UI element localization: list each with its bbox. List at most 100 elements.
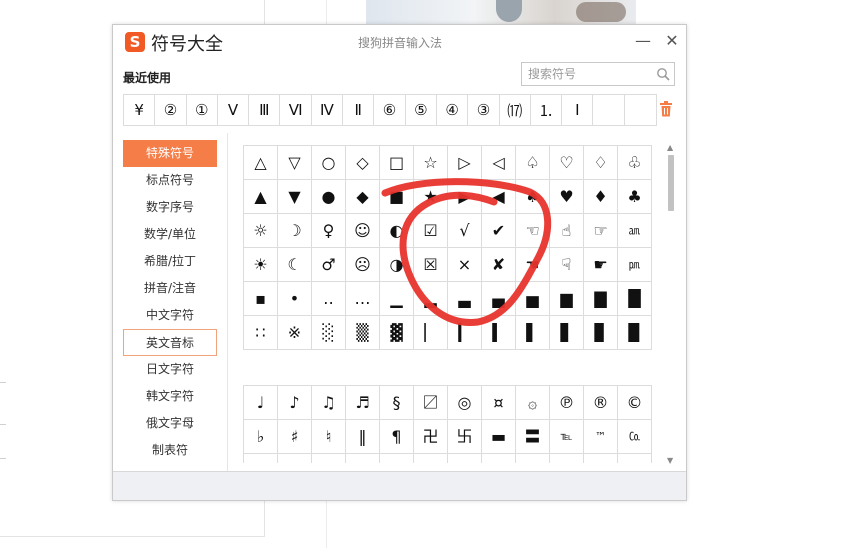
close-button[interactable]: ✕ xyxy=(662,31,682,51)
symbol-cell[interactable]: □ xyxy=(379,145,414,180)
symbol-cell[interactable]: ▶ xyxy=(447,179,482,214)
recent-symbol-cell[interactable]: ② xyxy=(155,95,187,125)
recent-symbol-cell[interactable]: Ⅴ xyxy=(218,95,250,125)
symbol-cell[interactable]: ☹ xyxy=(345,247,380,282)
symbol-cell[interactable] xyxy=(617,453,652,463)
symbol-cell[interactable]: ◆ xyxy=(345,179,380,214)
scroll-down-icon[interactable]: ▼ xyxy=(667,456,673,465)
recent-symbol-cell[interactable] xyxy=(593,95,625,125)
search-input[interactable] xyxy=(522,63,662,85)
symbol-cell[interactable]: ▒ xyxy=(345,315,380,350)
symbol-cell[interactable] xyxy=(583,453,618,463)
sidebar-category-item[interactable]: 英文音标 xyxy=(123,329,217,356)
symbol-cell[interactable]: ○ xyxy=(311,145,346,180)
recent-symbol-cell[interactable]: Ⅳ xyxy=(312,95,344,125)
symbol-cell[interactable]: ▍ xyxy=(481,315,516,350)
scroll-up-icon[interactable]: ▲ xyxy=(667,143,673,152)
symbol-cell[interactable]: ▁ xyxy=(379,281,414,316)
symbol-cell[interactable]: ▽ xyxy=(277,145,312,180)
symbol-cell[interactable]: 〼 xyxy=(413,385,448,420)
symbol-cell[interactable]: ◇ xyxy=(345,145,380,180)
recent-symbol-cell[interactable]: Ⅵ xyxy=(280,95,312,125)
symbol-cell[interactable]: ® xyxy=(583,385,618,420)
symbol-cell[interactable]: ▪ xyxy=(243,281,278,316)
symbol-cell[interactable]: ▎ xyxy=(447,315,482,350)
symbol-cell[interactable]: ♧ xyxy=(617,145,652,180)
symbol-cell[interactable]: ☺ xyxy=(345,213,380,248)
symbol-cell[interactable]: 〓 xyxy=(515,419,550,454)
symbol-cell[interactable]: △ xyxy=(243,145,278,180)
symbol-cell[interactable]: ▲ xyxy=(243,179,278,214)
symbol-cell[interactable]: • xyxy=(277,281,312,316)
symbol-cell[interactable]: ™ xyxy=(583,419,618,454)
symbol-cell[interactable]: ▃ xyxy=(447,281,482,316)
symbol-cell[interactable]: ☟ xyxy=(549,247,584,282)
symbol-cell[interactable]: ▂ xyxy=(413,281,448,316)
symbol-cell[interactable]: ▏ xyxy=(413,315,448,350)
sidebar-category-item[interactable]: 数字序号 xyxy=(123,194,217,221)
symbol-cell[interactable]: ♬ xyxy=(345,385,380,420)
symbol-cell[interactable]: ▊ xyxy=(583,315,618,350)
symbol-cell[interactable] xyxy=(481,453,516,463)
symbol-cell[interactable]: ▼ xyxy=(277,179,312,214)
recent-symbol-cell[interactable]: ¥ xyxy=(124,95,156,125)
symbol-cell[interactable]: ☚ xyxy=(515,247,550,282)
symbol-cell[interactable]: ◁ xyxy=(481,145,516,180)
sidebar-category-item[interactable]: 日文字符 xyxy=(123,356,217,383)
sidebar-category-item[interactable]: 拼音/注音 xyxy=(123,275,217,302)
symbol-cell[interactable]: ▋ xyxy=(549,315,584,350)
symbol-cell[interactable]: √ xyxy=(447,213,482,248)
symbol-cell[interactable]: ♢ xyxy=(583,145,618,180)
recent-symbol-cell[interactable]: Ⅲ xyxy=(249,95,281,125)
symbol-cell[interactable]: ♦ xyxy=(583,179,618,214)
symbol-cell[interactable] xyxy=(515,453,550,463)
symbol-cell[interactable]: ☽ xyxy=(277,213,312,248)
symbol-cell[interactable]: ♠ xyxy=(515,179,550,214)
symbol-cell[interactable]: § xyxy=(379,385,414,420)
symbol-cell[interactable] xyxy=(379,453,414,463)
symbol-cell[interactable]: ♥ xyxy=(549,179,584,214)
recent-symbol-cell[interactable]: ⑥ xyxy=(374,95,406,125)
symbol-cell[interactable]: ▌ xyxy=(515,315,550,350)
recent-symbol-cell[interactable] xyxy=(625,95,656,125)
symbol-cell[interactable]: ▉ xyxy=(617,315,652,350)
recent-symbol-cell[interactable]: ⑤ xyxy=(406,95,437,125)
symbol-cell[interactable] xyxy=(277,453,312,463)
symbol-cell[interactable]: ℡ xyxy=(549,419,584,454)
symbol-cell[interactable]: ¤ xyxy=(481,385,516,420)
symbol-cell[interactable]: ☼ xyxy=(243,213,278,248)
symbol-cell[interactable]: ♪ xyxy=(277,385,312,420)
symbol-cell[interactable]: ㏘ xyxy=(617,247,652,282)
sidebar-category-item[interactable]: 数学/单位 xyxy=(123,221,217,248)
symbol-cell[interactable]: ◎ xyxy=(447,385,482,420)
sidebar-category-item[interactable]: 中文字符 xyxy=(123,302,217,329)
scroll-thumb[interactable] xyxy=(668,155,674,211)
symbol-cell[interactable]: ▓ xyxy=(379,315,414,350)
symbol-cell[interactable]: ※ xyxy=(277,315,312,350)
symbol-cell[interactable]: ▅ xyxy=(515,281,550,316)
symbol-cell[interactable]: ♀ xyxy=(311,213,346,248)
recent-symbol-cell[interactable]: ④ xyxy=(437,95,469,125)
symbol-cell[interactable]: ▇ xyxy=(583,281,618,316)
title-bar[interactable]: S 符号大全 搜狗拼音输入法 — ✕ xyxy=(113,25,686,61)
symbol-cell[interactable]: ♂ xyxy=(311,247,346,282)
symbol-cell[interactable]: ☀ xyxy=(243,247,278,282)
symbol-cell[interactable]: ★ xyxy=(413,179,448,214)
sidebar-category-item[interactable]: 俄文字母 xyxy=(123,410,217,437)
symbol-cell[interactable]: ♣ xyxy=(617,179,652,214)
sidebar-category-item[interactable]: 希腊/拉丁 xyxy=(123,248,217,275)
symbol-cell[interactable]: ☛ xyxy=(583,247,618,282)
minimize-button[interactable]: — xyxy=(633,31,653,51)
symbol-cell[interactable]: ♮ xyxy=(311,419,346,454)
recent-symbol-cell[interactable]: ③ xyxy=(468,95,500,125)
symbol-cell[interactable]: ☜ xyxy=(515,213,550,248)
symbol-cell[interactable]: ☞ xyxy=(583,213,618,248)
symbol-cell[interactable]: ☆ xyxy=(413,145,448,180)
symbol-cell[interactable]: ▄ xyxy=(481,281,516,316)
symbol-cell[interactable] xyxy=(549,453,584,463)
symbol-cell[interactable]: █ xyxy=(617,281,652,316)
sidebar-category-item[interactable]: 标点符号 xyxy=(123,167,217,194)
symbol-cell[interactable]: ℗ xyxy=(549,385,584,420)
symbol-cell[interactable]: 卍 xyxy=(413,419,448,454)
sidebar-category-item[interactable]: 制表符 xyxy=(123,437,217,464)
